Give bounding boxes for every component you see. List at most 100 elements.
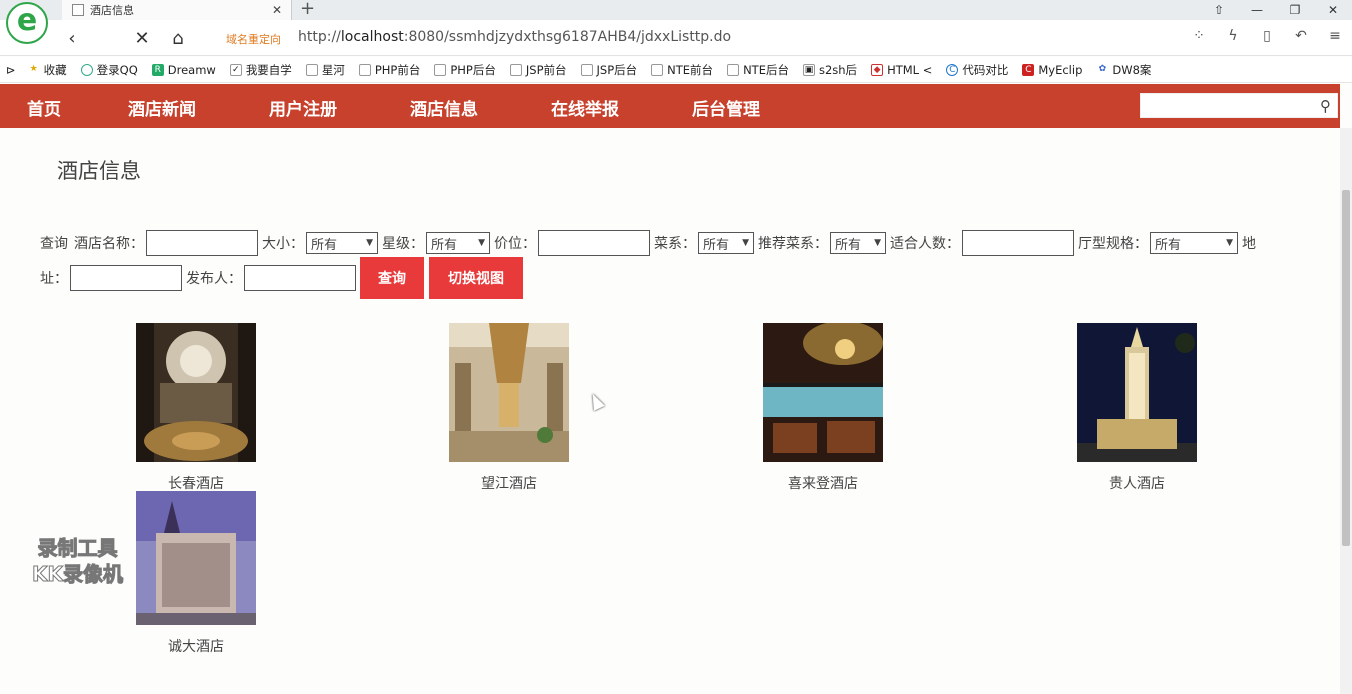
toolbar-right: ⁘ ϟ ▯ ↶ ≡ [1182,28,1352,44]
new-tab-button[interactable]: + [300,0,315,19]
undo-icon[interactable]: ↶ [1284,28,1318,44]
hotel-photo[interactable] [136,323,256,462]
back-icon[interactable]: ‹ [60,26,84,50]
bookmark-item[interactable]: NTE后台 [727,62,789,78]
capacity-input[interactable] [962,230,1074,256]
hall-spec-select[interactable]: 所有 ▼ [1150,232,1238,254]
url-path: :8080/ssmhdjzydxthsg6187AHB4/jdxxListtp.… [403,29,732,45]
search-button[interactable]: 查询 [360,257,424,299]
hotel-photo[interactable] [763,321,883,462]
nav-online-report[interactable]: 在线举报 [551,95,619,120]
hotel-name-input[interactable] [146,230,258,256]
star-select-value: 所有 [431,237,458,253]
hotel-card[interactable]: 诚大酒店 [136,491,256,656]
hotel-photo[interactable] [449,323,569,462]
url-host: localhost [340,29,404,45]
bookmark-item[interactable]: PHP后台 [434,62,496,78]
bookmark-item[interactable]: 星河 [305,62,345,78]
browser-tab[interactable]: 酒店信息 ✕ [62,0,292,20]
site-search-input[interactable] [1141,94,1311,117]
hotel-photo[interactable] [136,491,256,625]
nav-user-register[interactable]: 用户注册 [269,95,337,120]
bookmark-item[interactable]: ★ 收藏 [28,62,67,78]
filter-row-1: 查询 酒店名称： 大小： 所有 ▼ 星级： 所有 ▼ 价位： 菜系： 所有 ▼ 推荐菜… [40,230,1258,256]
watermark-line-1: 录制工具 [37,536,118,561]
browser-logo-icon: e [6,2,48,44]
address-label-part1: 地 [1242,236,1256,252]
bookmark-item[interactable]: ✓ 我要自学 [229,62,292,78]
hotel-photo[interactable] [1077,323,1197,462]
bookmark-item[interactable]: ◆ HTML < [871,63,932,77]
skin-icon[interactable]: ⇧ [1200,0,1238,20]
hotel-card[interactable]: 喜来登酒店 [763,321,883,493]
cuisine-select-value: 所有 [703,237,730,253]
bookmark-item[interactable]: C MyEclip [1022,63,1082,77]
star-icon: ★ [29,63,38,74]
bookmark-item[interactable]: JSP前台 [509,62,567,78]
scroll-thumb[interactable] [1342,190,1350,546]
hotel-name[interactable]: 望江酒店 [449,473,569,493]
page-icon [358,63,371,76]
size-label: 大小： [262,236,304,252]
price-input[interactable] [538,230,650,256]
redirect-label: 域名重定向 [226,33,281,46]
switch-view-button[interactable]: 切换视图 [429,257,523,299]
bookmark-item[interactable]: 登录QQ [80,62,138,78]
hotel-name[interactable]: 贵人酒店 [1077,473,1197,493]
address-input[interactable] [70,265,182,291]
hotel-card[interactable]: 望江酒店 [449,323,569,493]
star-select[interactable]: 所有 ▼ [426,232,490,254]
site-nav-bar: 首页 酒店新闻 用户注册 酒店信息 在线举报 后台管理 ⚲ [0,84,1340,128]
page-icon [509,63,522,76]
bookmark-item[interactable]: ✿ DW8案 [1096,62,1152,78]
publisher-input[interactable] [244,265,356,291]
lightning-icon[interactable]: ϟ [1216,28,1250,44]
html-icon: ◆ [871,63,884,76]
bookmark-item[interactable]: C 代码对比 [946,62,1008,78]
image-icon: ▣ [802,63,815,76]
page-scrollbar[interactable] [1340,128,1352,694]
bookmark-item[interactable]: R Dreamw [151,63,216,77]
nav-home[interactable]: 首页 [27,95,61,120]
site-search: ⚲ [1140,93,1338,118]
nav-hotel-news[interactable]: 酒店新闻 [128,95,196,120]
restore-button[interactable]: ❐ [1276,0,1314,20]
recorder-watermark: 录制工具 KK录像机 [32,535,124,587]
chrome-icon [80,63,93,76]
cuisine-select[interactable]: 所有 ▼ [698,232,754,254]
hotel-name[interactable]: 喜来登酒店 [763,473,883,493]
size-select[interactable]: 所有 ▼ [306,232,378,254]
tab-close-icon[interactable]: ✕ [269,3,285,17]
search-icon[interactable]: ⚲ [1320,97,1331,115]
browser-tab-bar: 酒店信息 ✕ + ⇧ — ❐ ✕ [0,0,1352,20]
minimize-button[interactable]: — [1238,0,1276,20]
menu-icon[interactable]: ≡ [1318,28,1352,44]
close-window-button[interactable]: ✕ [1314,0,1352,20]
bookmark-icon[interactable]: ▯ [1250,28,1284,44]
bookmark-item[interactable]: NTE前台 [651,62,713,78]
chevron-down-icon: ▼ [874,238,881,248]
learn-icon: ✓ [229,63,242,76]
page-icon [434,63,447,76]
bookmark-item[interactable]: ▣ s2sh后 [802,62,857,78]
page-favicon-icon [72,4,84,16]
hotel-name[interactable]: 长春酒店 [136,473,256,493]
stop-icon[interactable]: ✕ [130,26,154,50]
page-icon [580,63,593,76]
home-icon[interactable]: ⌂ [166,26,190,50]
hotel-name[interactable]: 诚大酒店 [136,636,256,656]
nav-admin[interactable]: 后台管理 [692,95,760,120]
address-label-part2: 址： [40,271,68,287]
bookmark-item[interactable]: JSP后台 [580,62,637,78]
hall-spec-label: 厅型规格： [1078,236,1148,252]
bookmarks-toggle-icon[interactable]: ⊳ [6,63,16,77]
grid-icon[interactable]: ⁘ [1182,28,1216,44]
hotel-card[interactable]: 长春酒店 [136,323,256,493]
hotel-card[interactable]: 贵人酒店 [1077,323,1197,493]
price-label: 价位： [494,236,536,252]
bookmark-item[interactable]: PHP前台 [358,62,420,78]
recommended-cuisine-select[interactable]: 所有 ▼ [830,232,886,254]
address-bar[interactable]: http://localhost:8080/ssmhdjzydxthsg6187… [298,29,731,45]
nav-hotel-info[interactable]: 酒店信息 [410,95,478,120]
hall-select-value: 所有 [1155,237,1182,253]
